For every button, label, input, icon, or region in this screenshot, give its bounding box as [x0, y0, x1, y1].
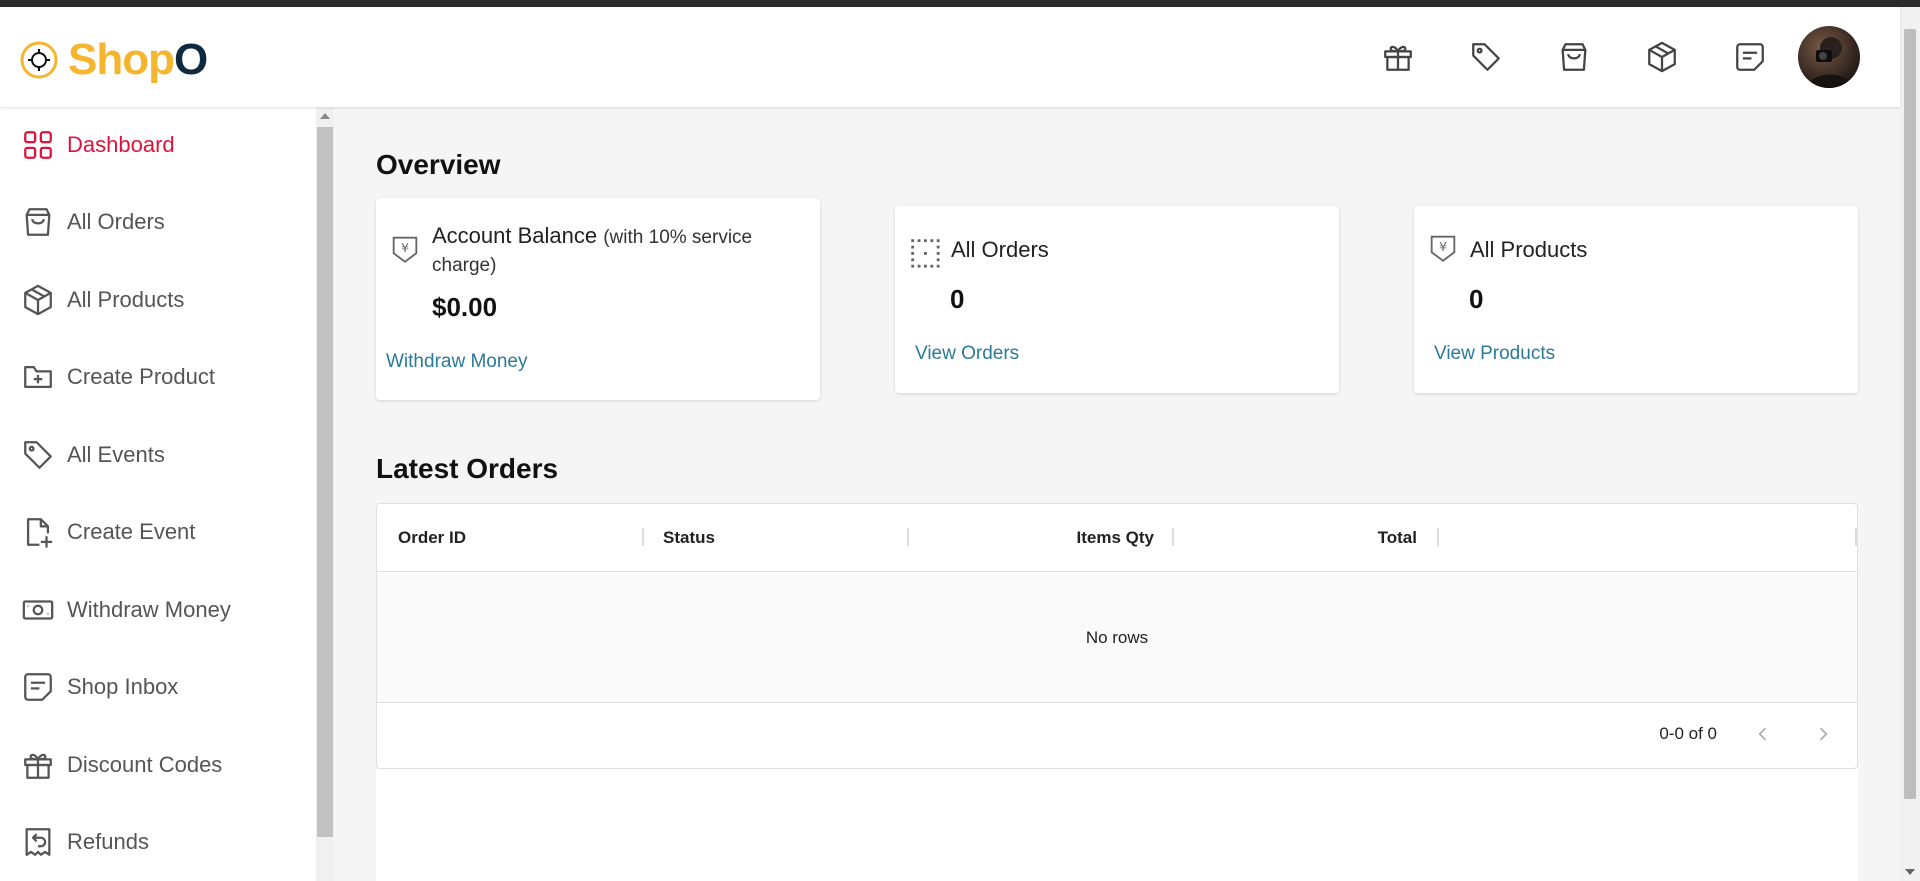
sidebar-nav: Dashboard All Orders All Products Create…	[0, 107, 316, 881]
pagination-range: 0-0 of 0	[1659, 724, 1717, 743]
page-scrollbar[interactable]	[1900, 7, 1920, 881]
column-header-status[interactable]: Status	[663, 528, 715, 548]
scroll-up-arrow-icon[interactable]	[320, 113, 330, 119]
view-products-link[interactable]: View Products	[1434, 343, 1555, 365]
column-header-order-id[interactable]: Order ID	[398, 528, 466, 548]
tag-icon	[20, 437, 56, 473]
sidebar-item-discount-codes[interactable]: Discount Codes	[0, 735, 316, 795]
message-icon[interactable]	[1732, 39, 1768, 75]
window-top-strip	[0, 0, 1920, 7]
column-header-items-qty[interactable]: Items Qty	[1032, 528, 1154, 548]
chevron-left-icon	[1758, 727, 1767, 741]
column-separator[interactable]	[907, 528, 909, 546]
sidebar-item-label: All Events	[67, 442, 165, 467]
balance-card-title: Account Balance (with 10% service charge…	[432, 223, 802, 279]
tag-icon[interactable]	[1468, 39, 1504, 75]
file-plus-icon	[20, 514, 56, 550]
table-empty-body: No rows	[377, 573, 1857, 703]
all-products-card: ¥ All Products 0 View Products	[1414, 206, 1858, 393]
sidebar-item-create-product[interactable]: Create Product	[0, 347, 316, 407]
sidebar-item-create-event[interactable]: Create Event	[0, 502, 316, 562]
no-rows-message: No rows	[1085, 628, 1149, 647]
sidebar-item-label: Create Event	[67, 519, 196, 544]
sidebar-item-label: Withdraw Money	[67, 597, 231, 622]
sidebar-item-label: All Orders	[67, 209, 165, 234]
cash-icon	[20, 592, 56, 628]
table-header: Order ID Status Items Qty Total	[377, 504, 1857, 572]
column-separator[interactable]	[1437, 528, 1439, 546]
sidebar-item-label: Shop Inbox	[67, 674, 179, 699]
logo-target-icon	[20, 41, 58, 79]
package-icon	[20, 282, 56, 318]
message-icon	[20, 669, 56, 705]
orders-card-title: All Orders	[951, 237, 1049, 262]
latest-orders-title: Latest Orders	[376, 453, 559, 484]
view-orders-link[interactable]: View Orders	[915, 343, 1019, 365]
account-balance-card: ¥ Account Balance (with 10% service char…	[376, 198, 820, 400]
sidebar-item-shop-inbox[interactable]: Shop Inbox	[0, 657, 316, 717]
sidebar-item-withdraw-money[interactable]: Withdraw Money	[0, 580, 316, 640]
svg-text:¥: ¥	[1439, 240, 1447, 255]
previous-page-button[interactable]	[1749, 720, 1777, 748]
withdraw-money-link[interactable]: Withdraw Money	[386, 351, 528, 373]
receipt-refund-icon	[20, 824, 56, 860]
top-header: Shop O	[0, 7, 1900, 107]
sidebar-item-all-orders[interactable]: All Orders	[0, 192, 316, 252]
sidebar-scrollbar[interactable]	[316, 107, 334, 881]
dashboard-grid-icon	[20, 127, 56, 163]
scroll-down-arrow-icon[interactable]	[1905, 869, 1915, 875]
sidebar-scrollbar-thumb[interactable]	[317, 127, 333, 837]
sidebar-item-label: Discount Codes	[67, 752, 223, 777]
currency-shield-icon: ¥	[392, 236, 418, 263]
next-page-button[interactable]	[1809, 720, 1837, 748]
logo-text-shop: Shop	[68, 35, 175, 84]
column-header-total[interactable]: Total	[1327, 528, 1417, 548]
header-icon-bar	[1380, 39, 1768, 75]
shopping-bag-icon[interactable]	[1556, 39, 1592, 75]
column-separator[interactable]	[642, 528, 644, 546]
sidebar-item-label: Create Product	[67, 364, 215, 389]
sidebar-item-all-events[interactable]: All Events	[0, 425, 316, 485]
main-content: Overview ¥ Account Balance (with 10% ser…	[334, 107, 1900, 881]
page-scrollbar-thumb[interactable]	[1904, 29, 1916, 799]
sidebar-item-dashboard[interactable]: Dashboard	[0, 115, 316, 175]
gift-icon[interactable]	[1380, 39, 1416, 75]
balance-value: $0.00	[432, 292, 498, 322]
chevron-right-icon	[1819, 727, 1828, 741]
products-card-title: All Products	[1470, 237, 1588, 262]
latest-orders-table: Order ID Status Items Qty Total No rows …	[376, 503, 1858, 769]
column-separator	[1855, 528, 1857, 546]
svg-text:¥: ¥	[401, 241, 409, 256]
shop-logo[interactable]: Shop O	[19, 34, 208, 86]
column-separator[interactable]	[1172, 528, 1174, 546]
lower-panel	[376, 769, 1858, 881]
products-count: 0	[1469, 284, 1484, 314]
all-orders-card: All Orders 0 View Orders	[895, 206, 1339, 393]
balance-title-text: Account Balance	[432, 223, 598, 248]
sidebar-item-label: Dashboard	[67, 132, 175, 157]
sidebar-item-label: Refunds	[67, 829, 149, 854]
package-icon[interactable]	[1644, 39, 1680, 75]
sidebar-item-label: All Products	[67, 287, 185, 312]
shopping-bag-icon	[20, 204, 56, 240]
sidebar-item-refunds[interactable]: Refunds	[0, 812, 316, 872]
user-avatar[interactable]	[1798, 26, 1860, 88]
gift-icon	[20, 747, 56, 783]
folder-plus-icon	[20, 359, 56, 395]
orders-count: 0	[950, 284, 965, 314]
logo-text-o: O	[173, 35, 208, 84]
overview-title: Overview	[376, 149, 501, 180]
table-pagination: 0-0 of 0	[1659, 720, 1837, 748]
dotted-grid-icon	[911, 239, 940, 268]
currency-shield-icon: ¥	[1430, 235, 1456, 262]
sidebar-item-all-products[interactable]: All Products	[0, 270, 316, 330]
